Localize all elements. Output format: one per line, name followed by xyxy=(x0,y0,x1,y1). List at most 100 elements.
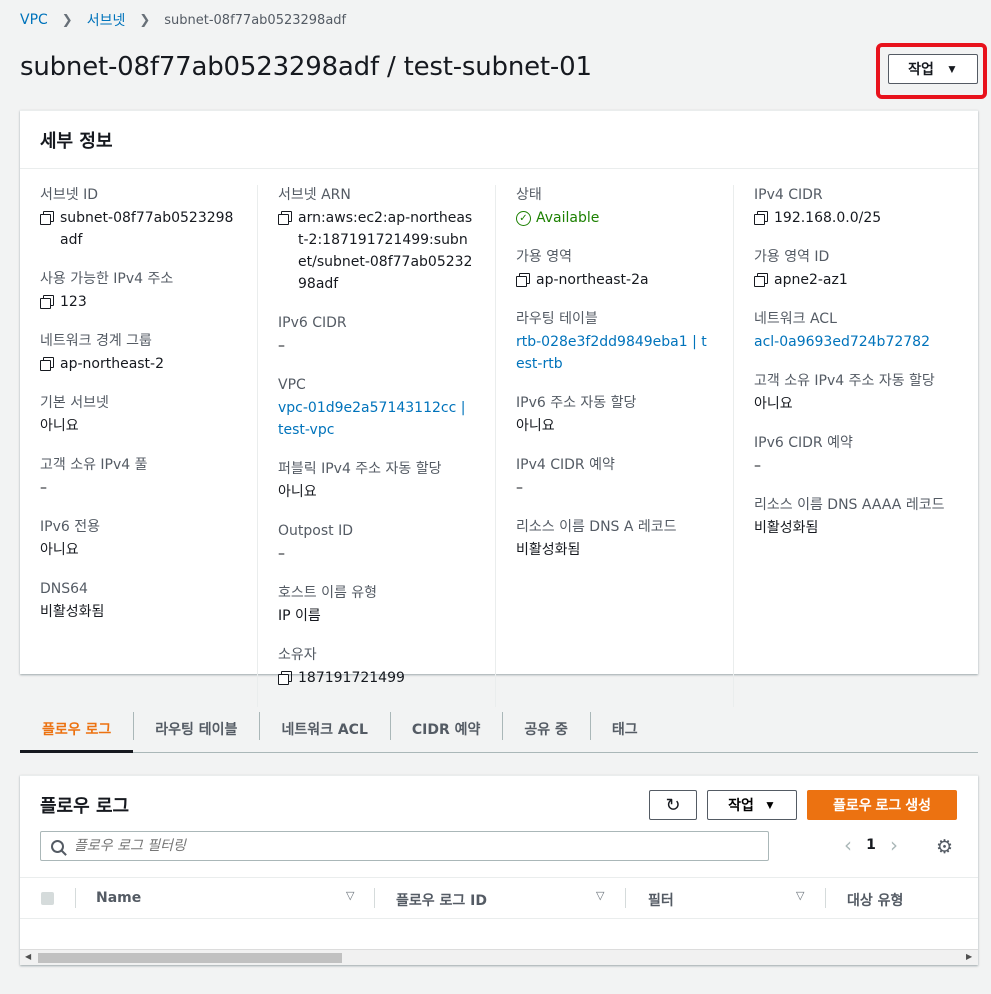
flow-log-filter-input[interactable] xyxy=(74,838,674,854)
column-header-destination-type[interactable]: 대상 유형 xyxy=(847,890,903,910)
copy-icon[interactable] xyxy=(40,295,54,309)
page-title: subnet-08f77ab0523298adf / test-subnet-0… xyxy=(20,52,592,82)
filter-field[interactable] xyxy=(40,831,769,861)
detail-value-text: Available xyxy=(536,210,600,226)
breadcrumb-subnets-link[interactable]: 서브넷 xyxy=(87,10,126,30)
detail-value-text[interactable]: acl-0a9693ed724b72782 xyxy=(754,331,930,353)
flow-logs-title: 플로우 로그 xyxy=(40,796,130,817)
detail-value-text[interactable]: vpc-01d9e2a57143112cc | test-vpc xyxy=(278,397,475,441)
detail-field: 호스트 이름 유형 IP 이름 xyxy=(278,583,475,627)
gear-icon[interactable]: ⚙ xyxy=(936,836,953,858)
tab-bar: 플로우 로그 라우팅 테이블 네트워크 ACL CIDR 예약 공유 중 태그 xyxy=(20,706,978,753)
detail-value-text: 아니요 xyxy=(40,418,79,434)
detail-value-link[interactable]: rtb-028e3f2dd9849eba1 | test-rtb xyxy=(516,331,713,375)
detail-value-text[interactable]: rtb-028e3f2dd9849eba1 | test-rtb xyxy=(516,331,713,375)
detail-value: ap-northeast-2a xyxy=(516,269,713,291)
tab-cidr-reservations[interactable]: CIDR 예약 xyxy=(389,706,503,752)
detail-value: IP 이름 xyxy=(278,605,475,627)
detail-value: ap-northeast-2 xyxy=(40,353,237,375)
detail-field: 사용 가능한 IPv4 주소 123 xyxy=(40,269,237,313)
details-header: 세부 정보 xyxy=(20,111,978,169)
actions-button-label: 작업 xyxy=(908,61,934,77)
detail-field: IPv6 CIDR – xyxy=(278,313,475,357)
chevron-right-icon[interactable]: › xyxy=(879,833,909,857)
search-icon xyxy=(51,839,64,853)
copy-icon[interactable] xyxy=(754,211,768,225)
column-divider[interactable] xyxy=(825,888,826,908)
detail-value: 아니요 xyxy=(516,415,713,437)
flow-logs-panel: 플로우 로그 ↻ 작업 ▼ 플로우 로그 생성 ‹ 1 › ⚙ Name ▽ 플… xyxy=(20,775,978,965)
column-divider[interactable] xyxy=(625,888,626,908)
tab-flow-logs[interactable]: 플로우 로그 xyxy=(20,706,134,753)
column-divider xyxy=(75,888,76,908)
detail-value-link[interactable]: vpc-01d9e2a57143112cc | test-vpc xyxy=(278,397,475,441)
detail-value: 아니요 xyxy=(278,481,475,503)
detail-value: ✓ Available xyxy=(516,207,713,229)
tab-sharing[interactable]: 공유 중 xyxy=(502,706,590,752)
detail-value-link[interactable]: acl-0a9693ed724b72782 xyxy=(754,331,952,353)
copy-icon[interactable] xyxy=(516,273,530,287)
detail-label: 네트워크 경계 그룹 xyxy=(40,333,152,349)
detail-value: – xyxy=(278,335,475,357)
detail-label: 상태 xyxy=(516,187,542,203)
detail-label: 고객 소유 IPv4 주소 자동 할당 xyxy=(754,373,935,389)
column-divider[interactable] xyxy=(374,888,375,908)
scroll-right-icon[interactable]: ▶ xyxy=(966,952,972,961)
refresh-button[interactable]: ↻ xyxy=(649,790,697,820)
detail-value: arn:aws:ec2:ap-northeast-2:187191721499:… xyxy=(278,207,475,295)
copy-icon[interactable] xyxy=(754,273,768,287)
select-all-checkbox[interactable] xyxy=(41,892,54,905)
tab-route-table[interactable]: 라우팅 테이블 xyxy=(133,706,259,752)
sort-caret-icon[interactable]: ▽ xyxy=(346,889,354,902)
detail-value-text: ap-northeast-2a xyxy=(536,272,649,288)
horizontal-scrollbar[interactable]: ◀ ▶ xyxy=(20,949,978,965)
detail-value-text: 아니요 xyxy=(278,484,317,500)
details-column: 상태 ✓ Available 가용 영역 ap-northeast-2a 라우팅 테이블 r… xyxy=(496,185,734,707)
detail-value-text: ap-northeast-2 xyxy=(60,356,165,372)
detail-field: Outpost ID – xyxy=(278,521,475,565)
detail-label: VPC xyxy=(278,377,306,393)
detail-value: subnet-08f77ab0523298adf xyxy=(40,207,237,251)
detail-value: – xyxy=(754,455,952,477)
detail-label: IPv4 CIDR 예약 xyxy=(516,457,615,473)
actions-dropdown-button[interactable]: 작업 ▼ xyxy=(888,54,978,84)
detail-label: 라우팅 테이블 xyxy=(516,311,598,327)
copy-icon[interactable] xyxy=(278,211,292,225)
copy-icon[interactable] xyxy=(40,211,54,225)
detail-value: 아니요 xyxy=(754,393,952,415)
chevron-left-icon[interactable]: ‹ xyxy=(833,833,863,857)
current-page-number[interactable]: 1 xyxy=(863,837,879,853)
detail-label: IPv6 주소 자동 할당 xyxy=(516,395,637,411)
sort-caret-icon[interactable]: ▽ xyxy=(596,889,604,902)
tab-tags[interactable]: 태그 xyxy=(589,706,660,752)
flow-logs-actions-button[interactable]: 작업 ▼ xyxy=(707,790,797,820)
detail-field: IPv4 CIDR 192.168.0.0/25 xyxy=(754,185,952,229)
detail-label: 퍼블릭 IPv4 주소 자동 할당 xyxy=(278,461,442,477)
copy-icon[interactable] xyxy=(278,671,292,685)
detail-label: 사용 가능한 IPv4 주소 xyxy=(40,271,174,287)
flow-logs-actions-label: 작업 xyxy=(728,797,754,813)
detail-label: 소유자 xyxy=(278,647,317,663)
detail-value-text: – xyxy=(40,480,47,496)
detail-field: 고객 소유 IPv4 풀 – xyxy=(40,455,237,499)
detail-label: Outpost ID xyxy=(278,523,353,539)
column-header-filter[interactable]: 필터 xyxy=(648,890,674,910)
breadcrumb-current: subnet-08f77ab0523298adf xyxy=(164,12,347,28)
detail-label: 가용 영역 ID xyxy=(754,249,830,265)
detail-value-text: – xyxy=(516,480,523,496)
scrollbar-thumb[interactable] xyxy=(38,953,342,963)
column-header-name[interactable]: Name xyxy=(96,890,141,906)
detail-label: 서브넷 ARN xyxy=(278,187,351,203)
detail-field: 서브넷 ARN arn:aws:ec2:ap-northeast-2:187191… xyxy=(278,185,475,295)
chevron-right-icon: ❯ xyxy=(61,12,73,28)
column-header-flow-log-id[interactable]: 플로우 로그 ID xyxy=(396,890,487,910)
breadcrumb-vpc-link[interactable]: VPC xyxy=(20,12,48,28)
sort-caret-icon[interactable]: ▽ xyxy=(796,889,804,902)
detail-label: 리소스 이름 DNS AAAA 레코드 xyxy=(754,497,945,513)
tab-network-acl[interactable]: 네트워크 ACL xyxy=(259,706,389,752)
create-flow-log-button[interactable]: 플로우 로그 생성 xyxy=(807,790,957,820)
copy-icon[interactable] xyxy=(40,357,54,371)
breadcrumb: VPC ❯ 서브넷 ❯ subnet-08f77ab0523298adf xyxy=(20,10,346,30)
scroll-left-icon[interactable]: ◀ xyxy=(25,952,31,961)
details-column: IPv4 CIDR 192.168.0.0/25 가용 영역 ID apne2-az1… xyxy=(734,185,972,707)
